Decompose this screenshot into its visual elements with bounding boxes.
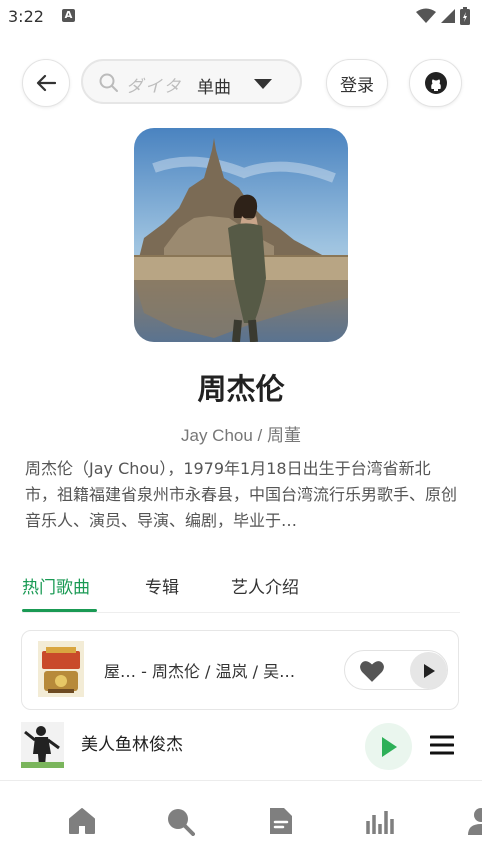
play-icon	[423, 663, 435, 678]
github-button[interactable]	[409, 59, 462, 107]
song-cover	[38, 641, 84, 697]
document-icon	[270, 808, 292, 834]
now-playing-cover	[21, 722, 64, 768]
chevron-down-icon[interactable]	[253, 78, 273, 90]
artist-alias: Jay Chou / 周董	[181, 426, 301, 445]
song-title: 屋… - 周杰伦 / 温岚 / 吴…	[104, 662, 296, 681]
now-playing-bar[interactable]: 美人鱼林俊杰	[0, 710, 482, 780]
github-icon	[424, 72, 447, 94]
nav-home[interactable]	[67, 806, 97, 836]
nav-library[interactable]	[266, 806, 296, 836]
bottom-nav	[0, 780, 482, 857]
wifi-icon	[416, 8, 436, 23]
battery-icon	[460, 7, 470, 25]
play-icon	[381, 736, 397, 757]
back-button[interactable]	[22, 59, 70, 107]
heart-icon[interactable]	[359, 659, 385, 683]
nav-charts[interactable]	[365, 806, 395, 836]
tab-divider	[22, 612, 460, 613]
search-icon	[99, 73, 118, 92]
artist-name: 周杰伦	[197, 372, 285, 406]
arrow-left-icon	[36, 74, 56, 92]
search-icon	[168, 809, 195, 836]
login-button[interactable]: 登录	[326, 59, 388, 107]
artist-photo	[134, 128, 348, 342]
status-icons	[416, 7, 470, 25]
tab-artist-intro[interactable]: 艺人介绍	[231, 573, 299, 598]
notification-icon: A	[62, 9, 75, 22]
playlist-menu-icon[interactable]	[430, 734, 454, 756]
signal-icon	[441, 9, 455, 23]
song-list-item[interactable]: 屋… - 周杰伦 / 温岚 / 吴…	[21, 630, 459, 710]
player-play-button[interactable]	[365, 723, 412, 770]
tab-active-indicator	[22, 609, 97, 612]
user-icon	[468, 808, 482, 835]
search-input[interactable]: ダイタ	[126, 72, 182, 97]
tab-albums[interactable]: 专辑	[145, 573, 179, 598]
nav-profile[interactable]	[466, 806, 482, 836]
status-time: 3:22	[8, 7, 44, 26]
nav-search[interactable]	[165, 806, 195, 836]
search-type-select[interactable]: 单曲	[197, 73, 231, 98]
artist-bio[interactable]: 周杰伦（Jay Chou），1979年1月18日出生于台湾省新北市，祖籍福建省泉…	[25, 456, 461, 534]
home-icon	[69, 808, 95, 834]
now-playing-title: 美人鱼林俊杰	[81, 735, 183, 755]
search-box[interactable]: ダイタ 单曲	[81, 59, 302, 104]
chart-icon	[366, 811, 394, 834]
tab-hot-songs[interactable]: 热门歌曲	[22, 573, 90, 598]
play-song-button[interactable]	[410, 652, 447, 689]
song-actions	[344, 650, 448, 690]
